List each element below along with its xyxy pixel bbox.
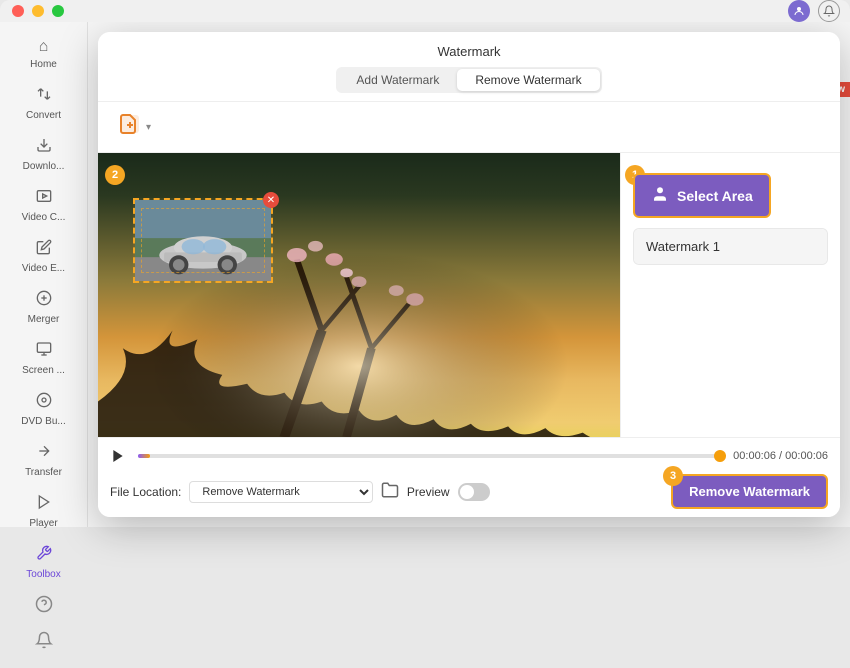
remove-watermark-button[interactable]: Remove Watermark xyxy=(671,474,828,509)
sidebar-item-player[interactable]: Player xyxy=(0,486,87,537)
toolbox-icon xyxy=(36,545,52,566)
watermark-box[interactable]: ✕ xyxy=(133,198,273,283)
video-compress-icon xyxy=(36,188,52,209)
watermark-close-button[interactable]: ✕ xyxy=(263,192,279,208)
header-icons xyxy=(788,0,840,22)
sidebar: ⌂ Home Convert Downlo... Video C... Vi xyxy=(0,22,88,527)
notification-icon[interactable] xyxy=(818,0,840,22)
tab-row: Add Watermark Remove Watermark xyxy=(336,67,601,93)
progress-row: 00:00:06 / 00:00:06 xyxy=(110,446,828,466)
sidebar-item-home[interactable]: ⌂ Home xyxy=(0,30,87,78)
progress-bar-track[interactable] xyxy=(138,454,725,458)
step3-badge: 3 xyxy=(663,466,683,486)
dialog-header: Watermark Add Watermark Remove Watermark xyxy=(98,32,840,102)
watermark-list-item[interactable]: Watermark 1 xyxy=(634,229,827,264)
sidebar-item-merger[interactable]: Merger xyxy=(0,282,87,333)
select-area-icon xyxy=(651,185,669,206)
minimize-button[interactable] xyxy=(32,5,44,17)
right-panel: 1 Select Area Watermark 1 xyxy=(620,153,840,437)
transfer-icon xyxy=(36,443,52,464)
remove-btn-container: 3 Remove Watermark xyxy=(671,474,828,509)
tab-add-watermark[interactable]: Add Watermark xyxy=(338,69,457,91)
sidebar-item-download[interactable]: Downlo... xyxy=(0,129,87,180)
file-location-row: File Location: Remove Watermark Same as … xyxy=(110,474,828,509)
video-area: 2 xyxy=(98,153,620,437)
app-container: ⌂ Home Convert Downlo... Video C... Vi xyxy=(0,22,850,527)
add-file-icon xyxy=(118,112,142,142)
watermark-dialog: Watermark Add Watermark Remove Watermark… xyxy=(98,32,840,517)
add-file-button[interactable]: ▾ xyxy=(110,108,159,146)
video-background: 2 xyxy=(98,153,620,437)
sidebar-item-screen[interactable]: Screen ... xyxy=(0,333,87,384)
window-chrome xyxy=(0,0,850,22)
progress-bar-fill xyxy=(138,454,150,458)
help-icon[interactable] xyxy=(28,588,60,620)
folder-button[interactable] xyxy=(381,481,399,503)
player-icon xyxy=(36,494,52,515)
dialog-toolbar: ▾ xyxy=(98,102,840,153)
convert-icon xyxy=(36,86,52,107)
sidebar-item-convert[interactable]: Convert xyxy=(0,78,87,129)
close-button[interactable] xyxy=(12,5,24,17)
dialog-body: 2 xyxy=(98,153,840,437)
step2-badge: 2 xyxy=(105,165,125,185)
sidebar-item-transfer[interactable]: Transfer xyxy=(0,435,87,486)
sidebar-item-dvd[interactable]: DVD Bu... xyxy=(0,384,87,435)
dvd-icon xyxy=(36,392,52,413)
sidebar-item-video-compress[interactable]: Video C... xyxy=(0,180,87,231)
home-icon: ⌂ xyxy=(39,38,49,56)
sidebar-item-video-edit[interactable]: Video E... xyxy=(0,231,87,282)
tab-remove-watermark[interactable]: Remove Watermark xyxy=(457,69,599,91)
video-edit-icon xyxy=(36,239,52,260)
time-display: 00:00:06 / 00:00:06 xyxy=(733,450,828,462)
dialog-title: Watermark xyxy=(437,44,500,59)
maximize-button[interactable] xyxy=(52,5,64,17)
select-area-container: 1 Select Area xyxy=(633,173,828,218)
merger-icon xyxy=(36,290,52,311)
download-icon xyxy=(36,137,52,158)
watermark-box-inner xyxy=(141,208,265,273)
file-location-select[interactable]: Remove Watermark Same as Source Custom xyxy=(189,481,373,503)
screen-icon xyxy=(36,341,52,362)
dialog-footer: 00:00:06 / 00:00:06 File Location: Remov… xyxy=(98,437,840,517)
preview-toggle[interactable] xyxy=(458,483,490,501)
tree-layer xyxy=(98,153,620,437)
file-location-label: File Location: xyxy=(110,485,181,499)
notification-bell-icon[interactable] xyxy=(28,624,60,656)
sidebar-bottom xyxy=(28,588,60,668)
watermark-list: Watermark 1 xyxy=(633,228,828,265)
sidebar-item-toolbox[interactable]: Toolbox xyxy=(0,537,87,588)
preview-label: Preview xyxy=(407,485,450,499)
main-content: New Watermark Add Watermark Remove Water… xyxy=(88,22,850,527)
chevron-down-icon: ▾ xyxy=(146,122,151,133)
play-button[interactable] xyxy=(110,446,130,466)
select-area-button[interactable]: Select Area xyxy=(633,173,771,218)
preview-toggle-knob xyxy=(460,485,474,499)
user-avatar-icon[interactable] xyxy=(788,0,810,22)
progress-thumb xyxy=(714,450,726,462)
